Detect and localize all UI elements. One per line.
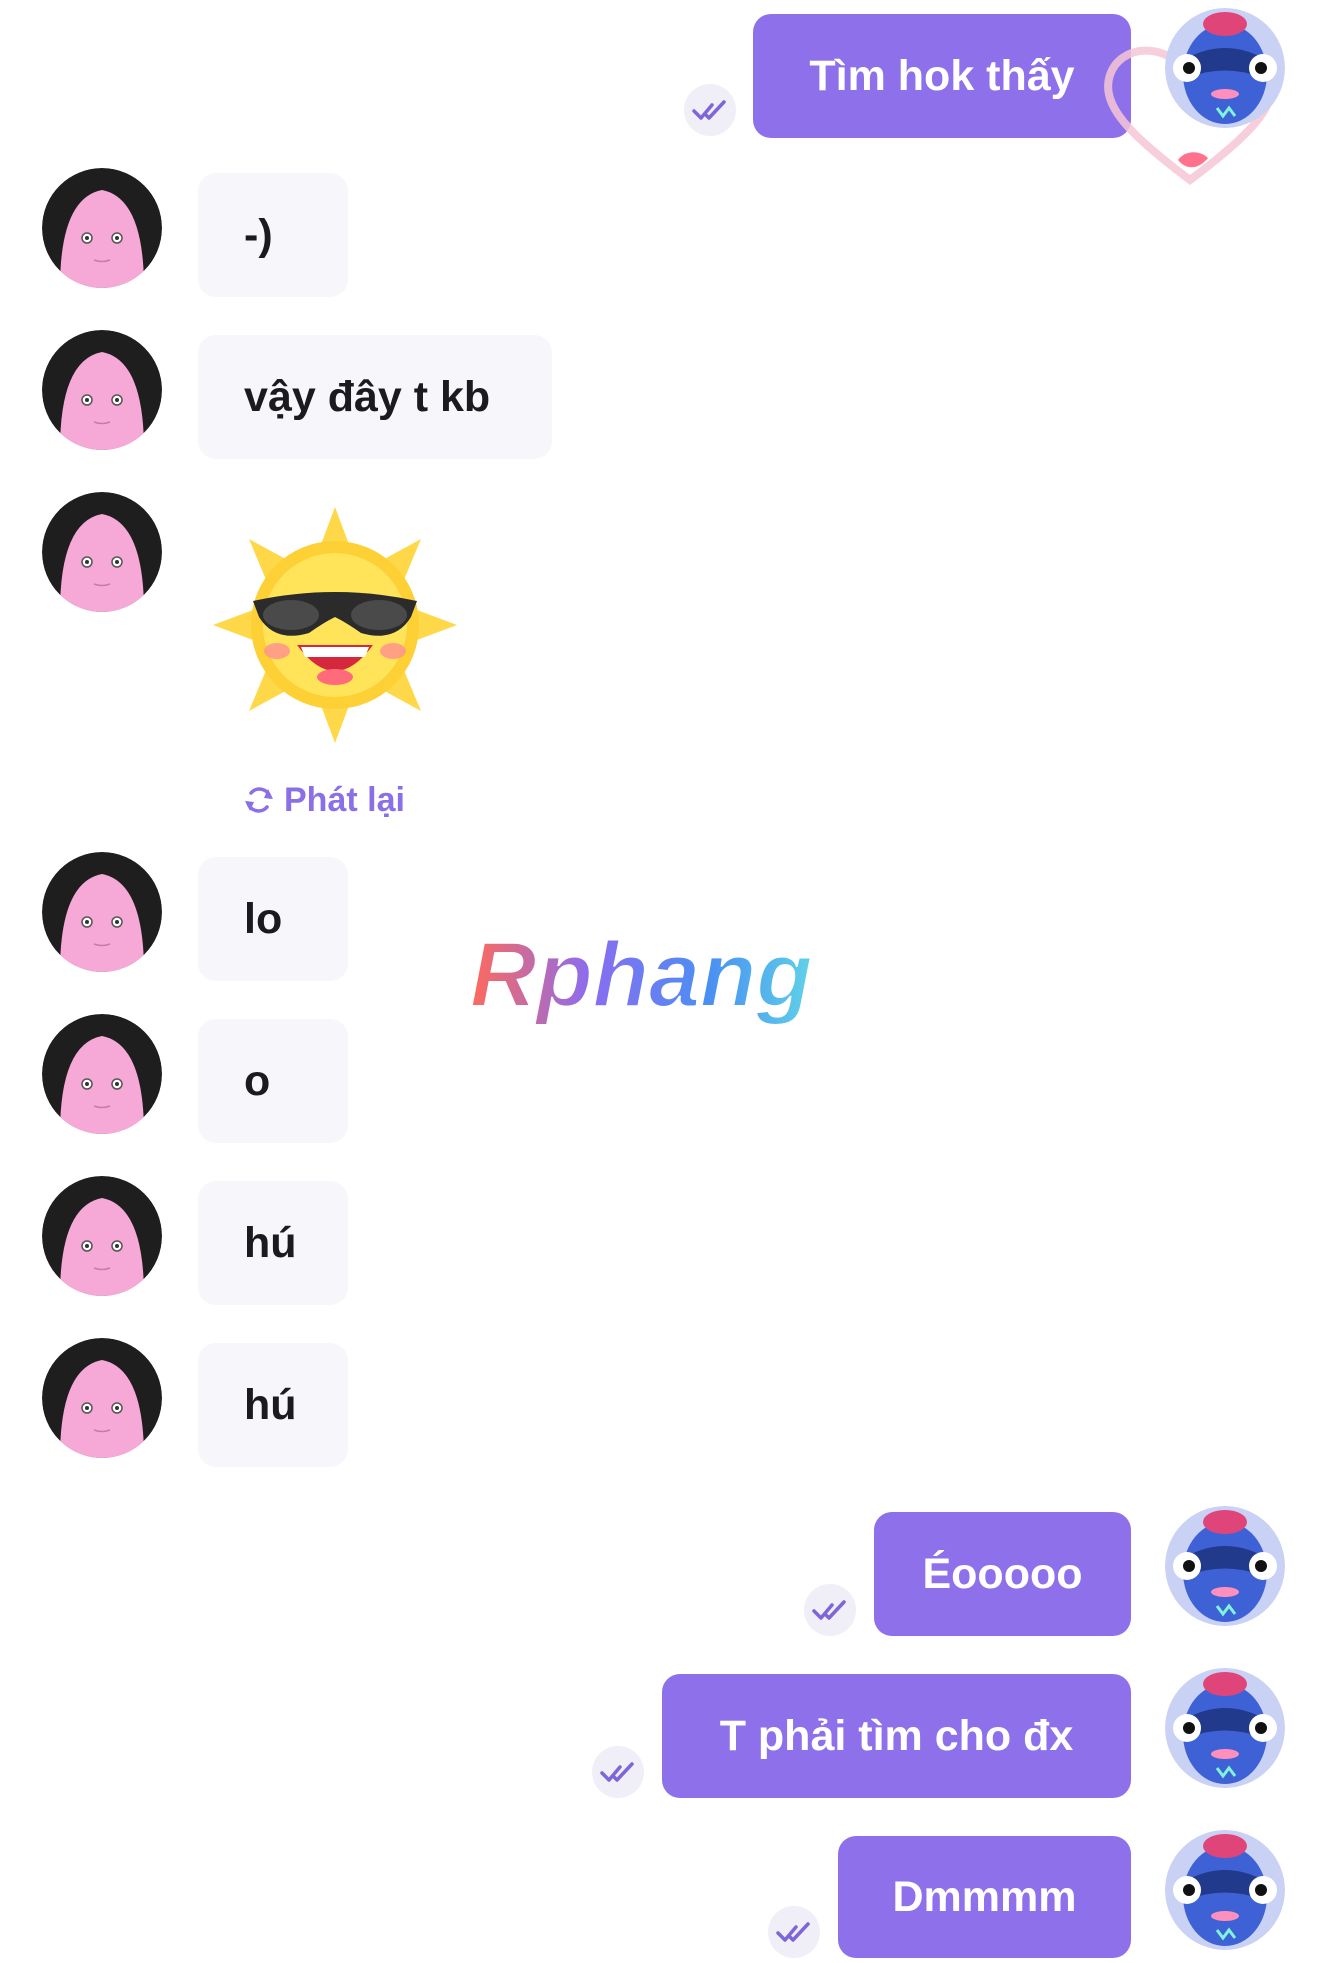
avatar-other[interactable] (42, 1176, 162, 1296)
seen-indicator (768, 1906, 820, 1958)
avatar-other[interactable] (42, 1338, 162, 1458)
replay-label: Phát lại (284, 780, 405, 819)
avatar-other[interactable] (42, 1014, 162, 1134)
message-bubble-outgoing[interactable]: T phải tìm cho đx (662, 1674, 1131, 1798)
message-bubble-incoming[interactable]: hú (198, 1343, 348, 1467)
avatar-self[interactable] (1165, 1668, 1285, 1788)
message-text: hú (244, 1380, 297, 1429)
sun-sunglasses-sticker[interactable] (205, 505, 465, 745)
replay-icon (245, 787, 273, 813)
message-text: lo (244, 894, 283, 943)
message-text: Éooooo (922, 1549, 1083, 1598)
chat-thread: Tìm hok thấy -) vậy đây t kb Phát lại lo… (0, 0, 1319, 1963)
watermark-logo: Rphang (462, 918, 862, 1038)
double-check-icon (776, 1922, 810, 1942)
avatar-other[interactable] (42, 492, 162, 612)
message-bubble-incoming[interactable]: vậy đây t kb (198, 335, 552, 459)
message-text: -) (244, 210, 273, 259)
message-text: hú (244, 1218, 297, 1267)
message-text: Dmmmm (892, 1872, 1077, 1921)
message-bubble-incoming[interactable]: o (198, 1019, 348, 1143)
avatar-other[interactable] (42, 330, 162, 450)
double-check-icon (692, 100, 726, 120)
seen-indicator (804, 1584, 856, 1636)
avatar-other[interactable] (42, 852, 162, 972)
avatar-self[interactable] (1165, 8, 1285, 128)
message-bubble-outgoing[interactable]: Tìm hok thấy (753, 14, 1131, 138)
double-check-icon (600, 1762, 634, 1782)
double-check-icon (812, 1600, 846, 1620)
avatar-self[interactable] (1165, 1506, 1285, 1626)
message-text: T phải tìm cho đx (719, 1711, 1074, 1760)
watermark-text: Rphang (470, 924, 812, 1026)
message-bubble-outgoing[interactable]: Éooooo (874, 1512, 1131, 1636)
replay-button[interactable]: Phát lại (242, 778, 405, 822)
avatar-self[interactable] (1165, 1830, 1285, 1950)
message-bubble-outgoing[interactable]: Dmmmm (838, 1836, 1131, 1958)
avatar-other[interactable] (42, 168, 162, 288)
seen-indicator (592, 1746, 644, 1798)
message-bubble-incoming[interactable]: -) (198, 173, 348, 297)
message-bubble-incoming[interactable]: lo (198, 857, 348, 981)
message-text: vậy đây t kb (244, 372, 491, 421)
message-text: o (244, 1056, 271, 1105)
message-bubble-incoming[interactable]: hú (198, 1181, 348, 1305)
seen-indicator (684, 84, 736, 136)
message-text: Tìm hok thấy (809, 51, 1075, 100)
